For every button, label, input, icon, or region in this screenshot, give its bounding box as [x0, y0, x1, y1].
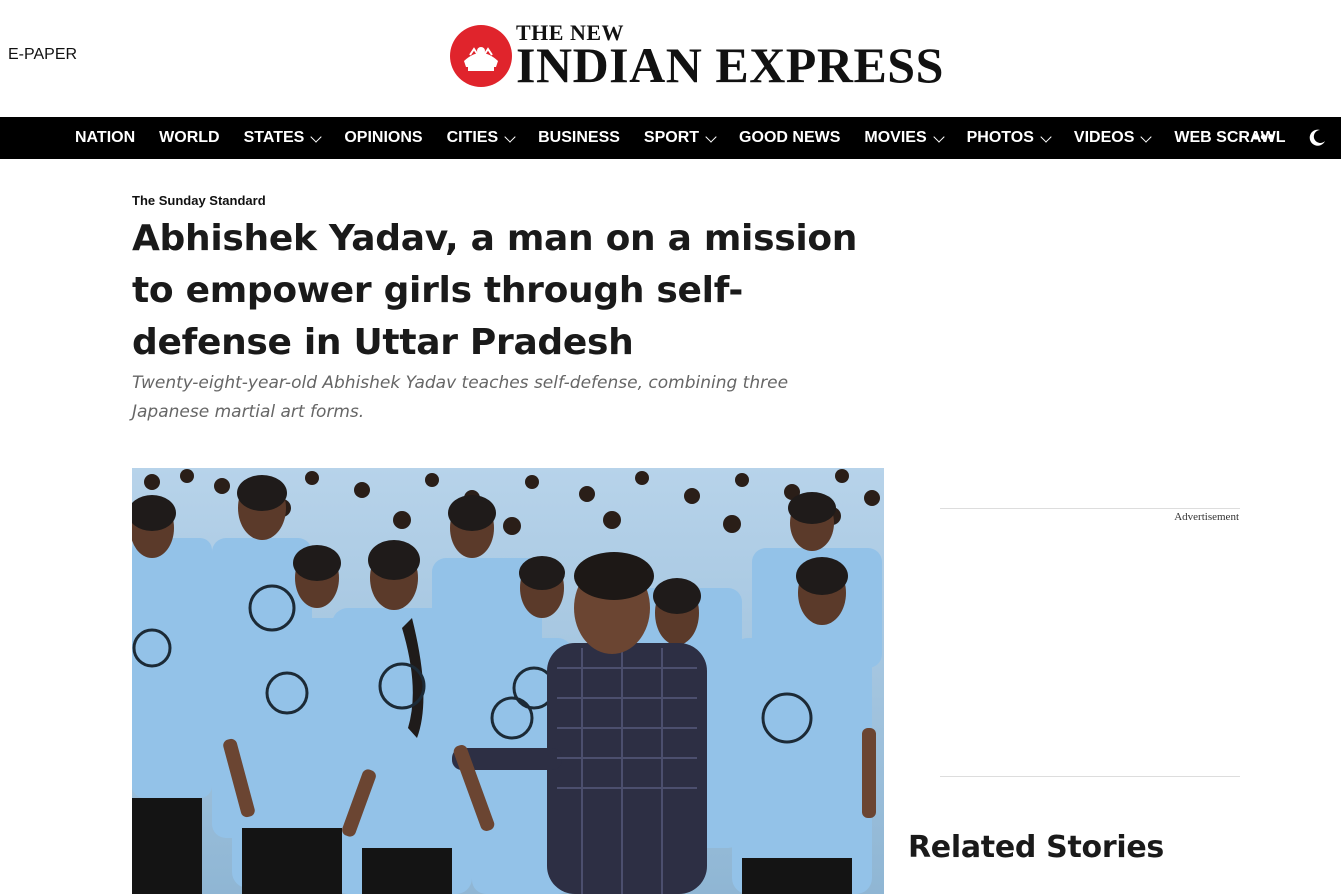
more-menu-button[interactable]: •••	[1253, 127, 1275, 148]
nav-item-states[interactable]: STATES	[243, 129, 322, 147]
chevron-down-icon	[1140, 130, 1153, 143]
chevron-down-icon	[932, 130, 945, 143]
nav-item-label: SPORT	[643, 129, 700, 146]
nav-item-label: MOVIES	[864, 129, 927, 146]
article-title: Abhishek Yadav, a man on a mission to em…	[132, 218, 858, 363]
nav-item-business[interactable]: BUSINESS	[538, 129, 620, 147]
nav-item-label: CITIES	[446, 129, 499, 146]
nav-item-label: GOOD NEWS	[739, 129, 841, 146]
nav-items: NATION WORLD STATES OPINIONS CITIES BUSINESS S…	[75, 117, 1309, 159]
site-logo[interactable]: THE NEW INDIAN EXPRESS	[450, 22, 954, 93]
nav-item-sport[interactable]: SPORT	[643, 129, 717, 147]
nav-item-label: NATION	[75, 129, 136, 146]
site-header: E-PAPER THE NEW INDIAN EXPRESS	[0, 0, 1341, 117]
moon-icon[interactable]	[1307, 128, 1327, 148]
nav-item-label: STATES	[243, 129, 305, 146]
nav-item-good-news[interactable]: GOOD NEWS	[739, 129, 840, 147]
related-stories-title: Related Stories	[908, 830, 1164, 865]
nav-item-cities[interactable]: CITIES	[446, 129, 516, 147]
chevron-down-icon	[1040, 130, 1052, 143]
section-label[interactable]: The Sunday Standard	[132, 193, 266, 208]
nav-item-label: VIDEOS	[1073, 129, 1135, 146]
article-subtitle: Twenty-eight-year-old Abhishek Yadav tea…	[132, 373, 789, 422]
nav-item-world[interactable]: WORLD	[159, 129, 219, 147]
ad-divider-top	[940, 508, 1240, 509]
nav-item-photos[interactable]: PHOTOS	[966, 129, 1052, 147]
nav-item-videos[interactable]: VIDEOS	[1073, 129, 1153, 147]
nav-item-label: OPINIONS	[344, 129, 423, 146]
article-hero-image	[132, 468, 884, 894]
nav-item-nation[interactable]: NATION	[75, 129, 135, 147]
nav-item-movies[interactable]: MOVIES	[864, 129, 945, 147]
logo-emblem-icon	[450, 25, 512, 87]
epaper-link[interactable]: E-PAPER	[8, 46, 77, 64]
nav-item-label: BUSINESS	[538, 129, 620, 146]
chevron-down-icon	[705, 130, 717, 143]
main-navbar: NATION WORLD STATES OPINIONS CITIES BUSINESS S…	[0, 117, 1341, 159]
nav-item-label: WORLD	[159, 129, 220, 146]
nav-item-opinions[interactable]: OPINIONS	[344, 129, 422, 147]
logo-line2: INDIAN EXPRESS	[516, 37, 944, 93]
ad-divider-bottom	[940, 776, 1240, 777]
nav-item-label: PHOTOS	[966, 129, 1034, 146]
advertisement-label: Advertisement	[1174, 511, 1239, 523]
chevron-down-icon	[504, 130, 516, 143]
chevron-down-icon	[310, 130, 322, 143]
